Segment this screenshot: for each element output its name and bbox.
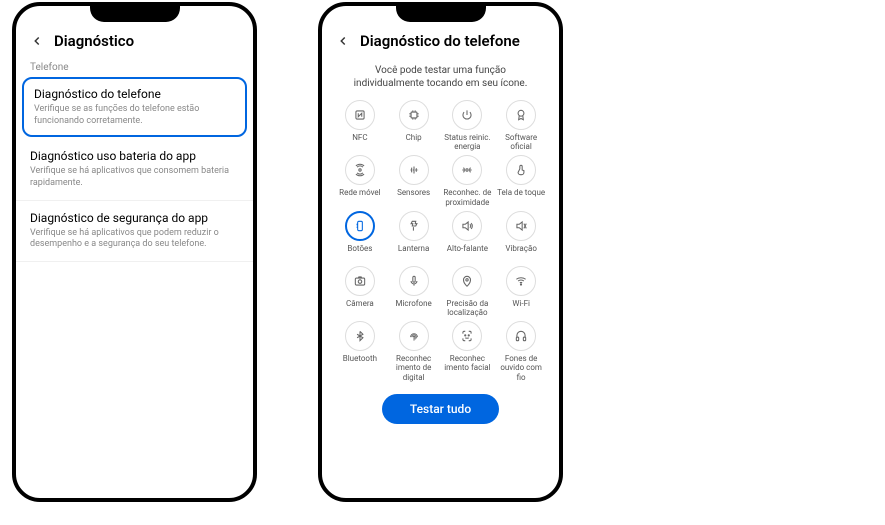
back-icon[interactable] <box>334 32 352 50</box>
item-phone-diagnostics[interactable]: Diagnóstico do telefone Verifique se as … <box>22 77 247 137</box>
cell-label: Alto-falante <box>447 244 488 262</box>
header: Diagnóstico <box>16 24 253 56</box>
nfc-icon <box>345 100 375 130</box>
diag-nfc[interactable]: NFC <box>334 100 386 151</box>
item-subtitle: Verifique se há aplicativos que podem re… <box>30 228 239 251</box>
cell-label: Reconhec imento facial <box>442 354 494 372</box>
diag-sensors[interactable]: Sensores <box>388 155 440 206</box>
prox-icon <box>452 155 482 185</box>
section-label: Telefone <box>16 56 253 75</box>
cell-label: Microfone <box>395 299 431 317</box>
item-subtitle: Verifique se há aplicativos que consomem… <box>30 166 239 189</box>
vibrate-icon <box>506 211 536 241</box>
location-icon <box>452 266 482 296</box>
cell-label: Vibração <box>505 244 537 262</box>
bt-icon <box>345 321 375 351</box>
diag-prox[interactable]: Reconhec. de proximidade <box>442 155 494 206</box>
camera-icon <box>345 266 375 296</box>
phone-diagnostics-grid: Diagnóstico do telefone Você pode testar… <box>318 2 563 502</box>
cell-label: Wi-Fi <box>512 299 530 317</box>
signal-icon <box>345 155 375 185</box>
cell-label: Sensores <box>397 188 430 206</box>
diag-buttons[interactable]: Botões <box>334 211 386 262</box>
finger-icon <box>399 321 429 351</box>
buttons-icon <box>345 211 375 241</box>
face-icon <box>452 321 482 351</box>
cell-label: Câmera <box>346 299 374 317</box>
cell-label: Tela de toque <box>497 188 545 206</box>
diag-badge[interactable]: Software oficial <box>495 100 547 151</box>
item-title: Diagnóstico de segurança do app <box>30 211 239 225</box>
wifi-icon <box>506 266 536 296</box>
notch <box>396 6 486 22</box>
diag-bt[interactable]: Bluetooth <box>334 321 386 382</box>
diag-wifi[interactable]: Wi-Fi <box>495 266 547 317</box>
cell-label: Bluetooth <box>343 354 377 372</box>
notch <box>90 6 180 22</box>
diag-power[interactable]: Status reinic. energia <box>442 100 494 151</box>
speaker-icon <box>452 211 482 241</box>
cell-label: Botões <box>347 244 372 262</box>
diag-signal[interactable]: Rede móvel <box>334 155 386 206</box>
diag-face[interactable]: Reconhec imento facial <box>442 321 494 382</box>
power-icon <box>452 100 482 130</box>
diag-vibrate[interactable]: Vibração <box>495 211 547 262</box>
page-title: Diagnóstico <box>54 32 134 50</box>
item-battery-diagnostics[interactable]: Diagnóstico uso bateria do app Verifique… <box>16 139 253 200</box>
cell-label: Rede móvel <box>339 188 380 206</box>
diag-touch[interactable]: Tela de toque <box>495 155 547 206</box>
item-title: Diagnóstico uso bateria do app <box>30 149 239 163</box>
diag-location[interactable]: Precisão da localização <box>442 266 494 317</box>
diag-headphones[interactable]: Fones de ouvido com fio <box>495 321 547 382</box>
headphones-icon <box>506 321 536 351</box>
test-all-button[interactable]: Testar tudo <box>382 394 499 424</box>
item-title: Diagnóstico do telefone <box>34 87 235 101</box>
header: Diagnóstico do telefone <box>322 24 559 56</box>
diag-chip[interactable]: Chip <box>388 100 440 151</box>
back-icon[interactable] <box>28 32 46 50</box>
diag-speaker[interactable]: Alto-falante <box>442 211 494 262</box>
sensors-icon <box>399 155 429 185</box>
cell-label: Precisão da localização <box>442 299 494 317</box>
cell-label: Status reinic. energia <box>442 133 494 151</box>
cell-label: NFC <box>352 133 367 151</box>
badge-icon <box>506 100 536 130</box>
cell-label: Reconhec. de proximidade <box>442 188 494 206</box>
diag-flash[interactable]: Lanterna <box>388 211 440 262</box>
touch-icon <box>506 155 536 185</box>
item-security-diagnostics[interactable]: Diagnóstico de segurança do app Verifiqu… <box>16 201 253 262</box>
cell-label: Reconhec imento de digital <box>388 354 440 382</box>
mic-icon <box>399 266 429 296</box>
diag-finger[interactable]: Reconhec imento de digital <box>388 321 440 382</box>
page-title: Diagnóstico do telefone <box>360 32 520 50</box>
intro-text: Você pode testar uma função individualme… <box>322 56 559 100</box>
cell-label: Chip <box>406 133 422 151</box>
diagnostics-grid: NFC Chip Status reinic. energiaSoftware of… <box>322 100 559 382</box>
cell-label: Software oficial <box>495 133 547 151</box>
item-subtitle: Verifique se as funções do telefone estã… <box>34 104 235 127</box>
cell-label: Lanterna <box>398 244 429 262</box>
flash-icon <box>399 211 429 241</box>
chip-icon <box>399 100 429 130</box>
cell-label: Fones de ouvido com fio <box>495 354 547 382</box>
phone-diagnostics-menu: Diagnóstico Telefone Diagnóstico do tele… <box>12 2 257 502</box>
diag-mic[interactable]: Microfone <box>388 266 440 317</box>
diag-camera[interactable]: Câmera <box>334 266 386 317</box>
